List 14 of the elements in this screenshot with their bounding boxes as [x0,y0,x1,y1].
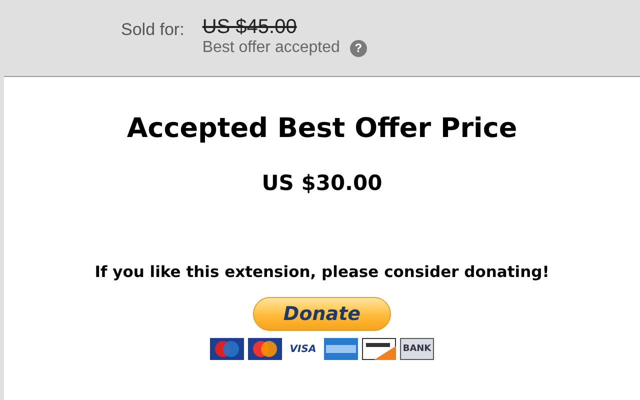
popup-title: Accepted Best Offer Price [126,113,518,144]
offer-price: US $30.00 [262,171,382,195]
card-logo-icon [362,338,396,360]
donate-message: If you like this extension, please consider donating! [94,263,550,281]
card-logo-icon [210,338,244,360]
offer-note: Best offer accepted [202,39,340,57]
help-icon[interactable]: ? [350,40,367,56]
donate-button[interactable]: Donate [253,297,391,331]
card-logo-icon [248,338,282,360]
visa-logo: VISA [288,342,318,356]
original-price: US $45.00 [202,16,298,39]
card-logo-icon [324,338,358,360]
bank-logo: BANK [400,338,434,360]
sold-label: Sold for: [121,20,184,41]
